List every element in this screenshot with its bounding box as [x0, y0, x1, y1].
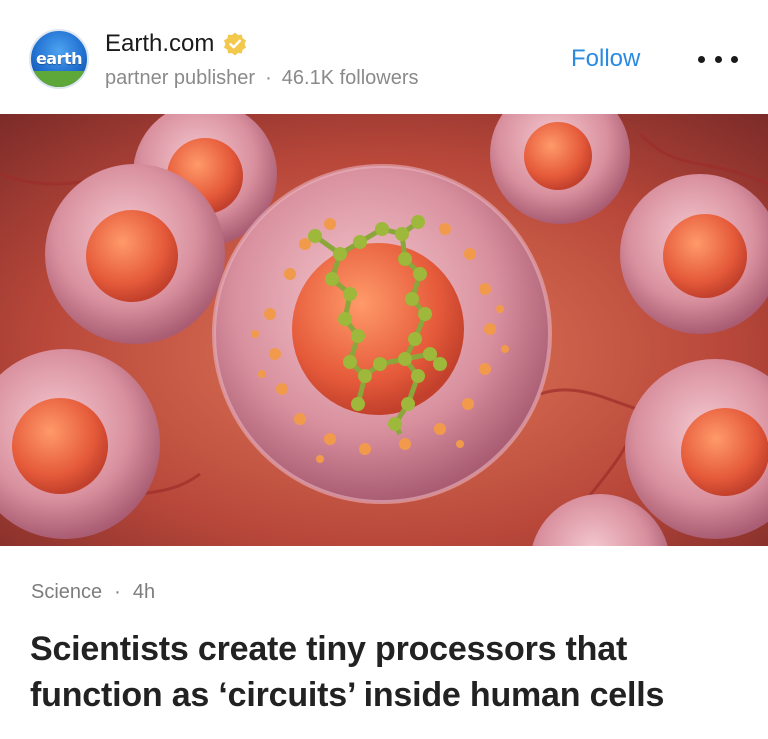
article-category[interactable]: Science: [31, 579, 102, 605]
dot: [731, 55, 738, 63]
follower-count: 46.1K followers: [281, 67, 419, 89]
dot: [714, 55, 722, 63]
publisher-name-row[interactable]: Earth.com: [105, 30, 248, 58]
more-options-icon[interactable]: [698, 46, 738, 72]
meta-separator: ·: [265, 67, 272, 89]
publisher-name[interactable]: Earth.com: [105, 30, 214, 58]
publisher-meta: partner publisher · 46.1K followers: [105, 66, 419, 90]
avatar-grass: [31, 71, 87, 87]
avatar-logo-text: earth: [35, 49, 83, 68]
dot: [698, 55, 705, 63]
verified-badge-icon: [224, 32, 247, 56]
article-headline[interactable]: Scientists create tiny processors that f…: [30, 626, 750, 718]
publisher-header: earth Earth.com partner publisher · 46.1…: [0, 0, 768, 114]
publisher-label: partner publisher: [105, 67, 256, 89]
cells-illustration: [0, 114, 768, 546]
publisher-avatar[interactable]: earth: [29, 29, 89, 89]
follow-button[interactable]: Follow: [571, 44, 640, 74]
article-age: 4h: [132, 581, 156, 603]
article-meta-separator: ·: [114, 581, 121, 603]
article-hero-image[interactable]: [0, 114, 768, 546]
article-meta: Science · 4h: [31, 579, 155, 605]
